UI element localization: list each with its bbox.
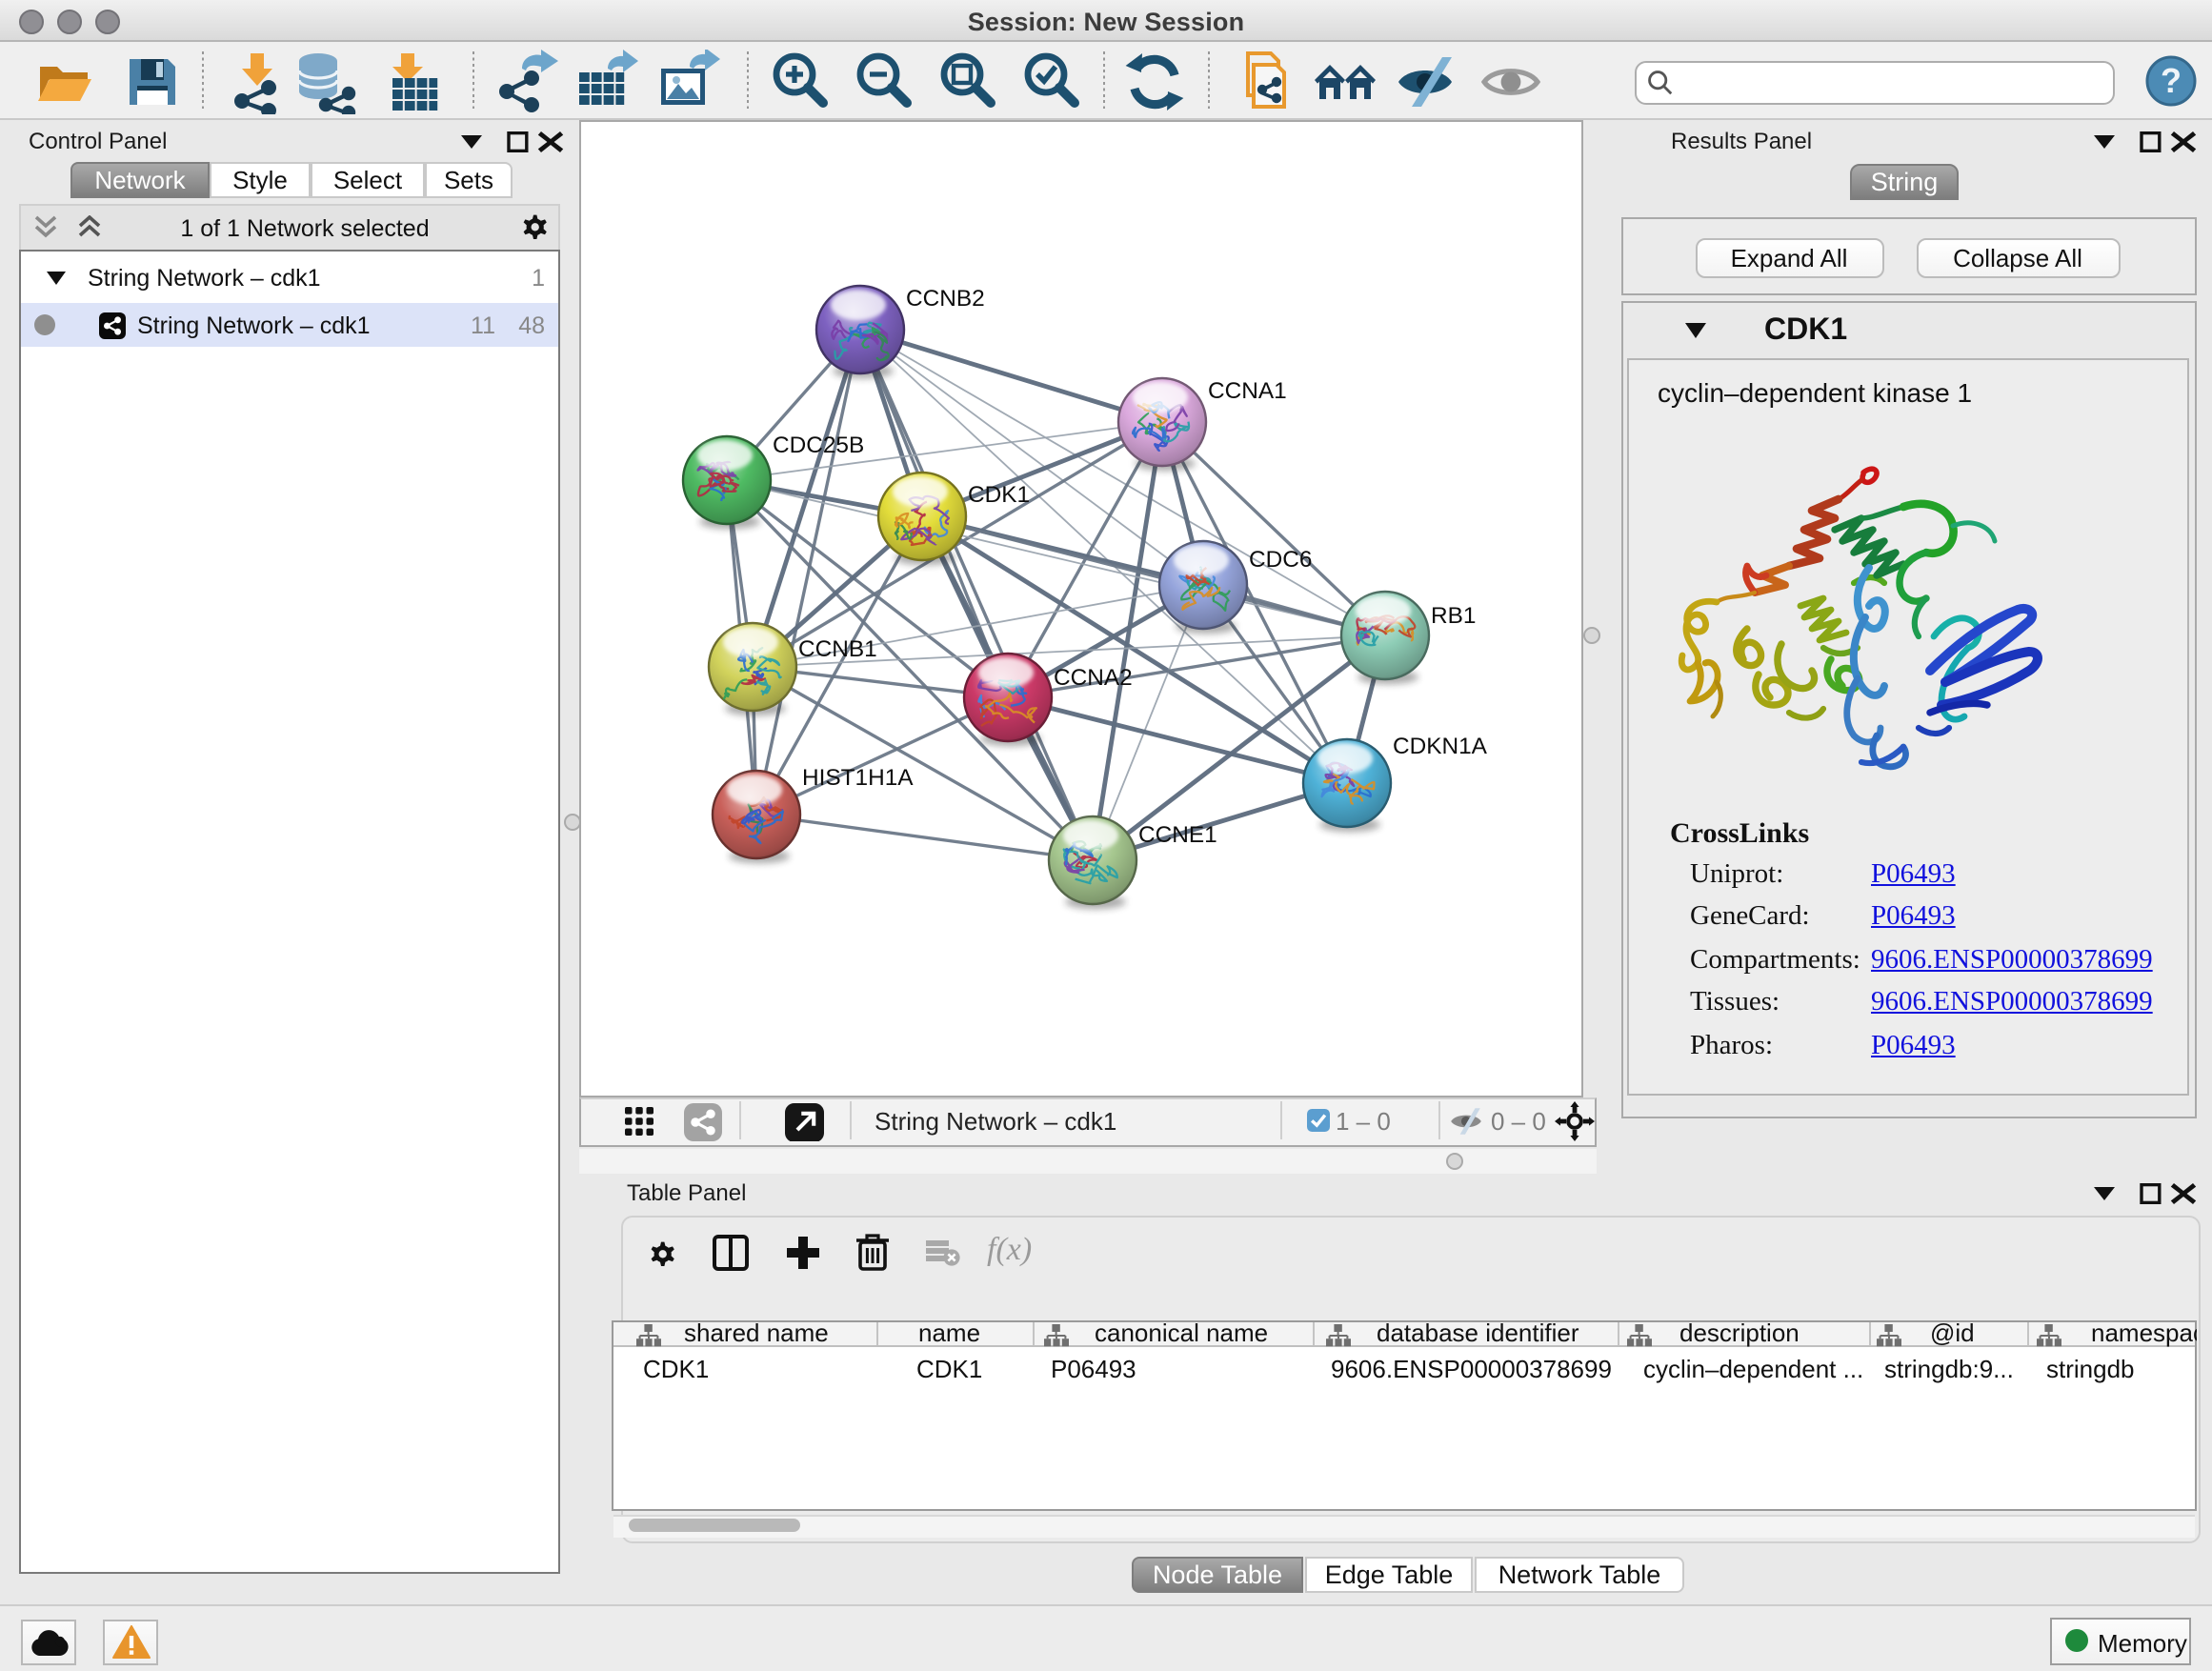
svg-text:CDC6: CDC6 bbox=[1249, 547, 1312, 573]
svg-text:CCNA1: CCNA1 bbox=[1208, 378, 1287, 404]
svg-text:CDK1: CDK1 bbox=[968, 482, 1030, 508]
svg-text:CCNE1: CCNE1 bbox=[1138, 822, 1217, 848]
svg-text:RB1: RB1 bbox=[1431, 603, 1476, 629]
svg-text:?: ? bbox=[2160, 61, 2181, 100]
svg-text:CCNB1: CCNB1 bbox=[798, 636, 877, 662]
svg-text:CDC25B: CDC25B bbox=[773, 433, 864, 458]
svg-text:CDKN1A: CDKN1A bbox=[1393, 734, 1488, 759]
svg-text:CCNA2: CCNA2 bbox=[1054, 665, 1133, 691]
svg-text:HIST1H1A: HIST1H1A bbox=[802, 765, 914, 791]
svg-text:CCNB2: CCNB2 bbox=[906, 286, 985, 312]
